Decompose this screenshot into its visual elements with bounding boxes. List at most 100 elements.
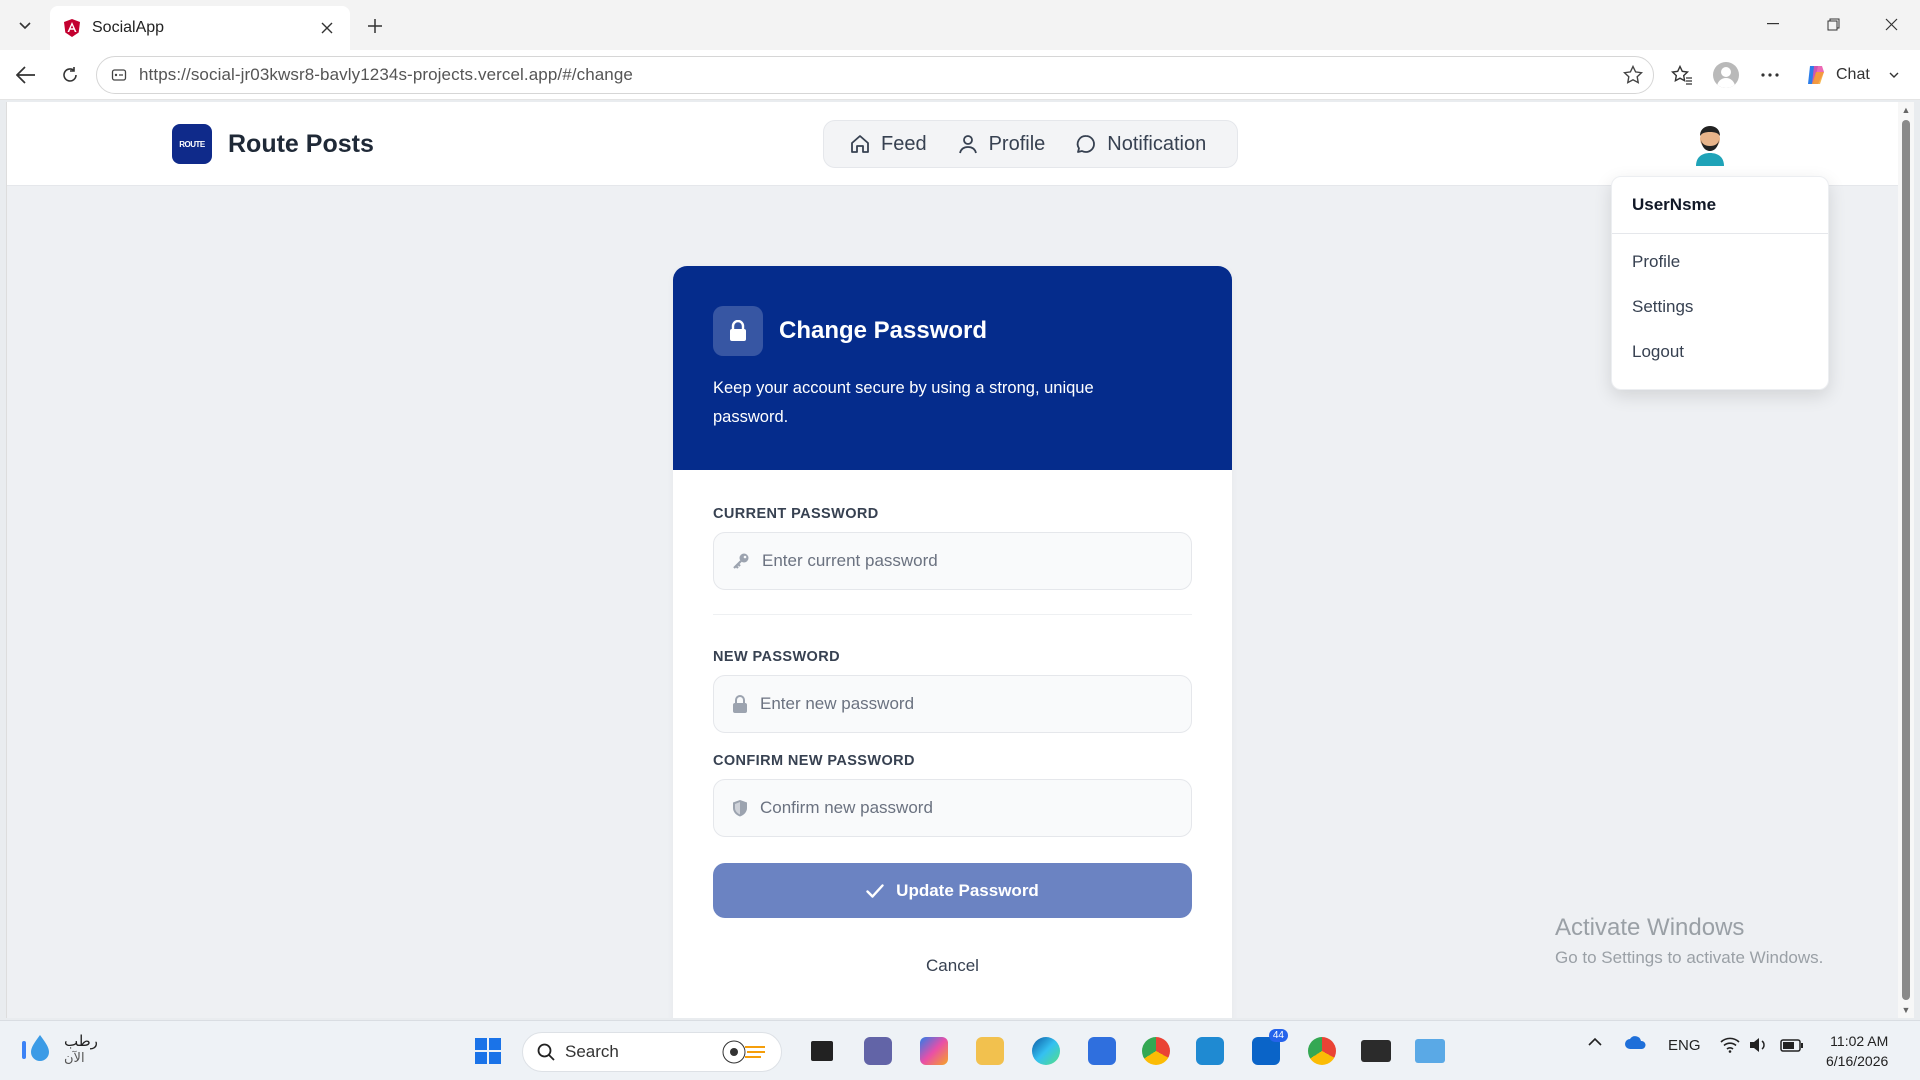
minimize-button[interactable] (1744, 0, 1802, 48)
outlook-button[interactable]: 44 (1246, 1029, 1288, 1071)
tray-chevron-up-icon[interactable] (1588, 1037, 1602, 1047)
teams-button[interactable] (858, 1031, 898, 1071)
weather-condition: رطب (64, 1033, 98, 1050)
dropdown-item-settings[interactable]: Settings (1612, 284, 1828, 329)
favorites-button[interactable] (1664, 58, 1700, 92)
reload-button[interactable] (52, 58, 88, 92)
onedrive-icon[interactable] (1624, 1035, 1648, 1051)
home-icon (851, 135, 869, 153)
brand[interactable]: ROUTE Route Posts (172, 124, 374, 164)
vscode-button[interactable] (1190, 1031, 1230, 1071)
language-indicator[interactable]: ENG (1668, 1037, 1701, 1054)
copilot-app-icon (920, 1037, 948, 1065)
user-avatar-button[interactable] (1690, 122, 1730, 166)
user-icon (958, 135, 977, 154)
nav-feed-label: Feed (881, 132, 927, 155)
confirm-password-label: CONFIRM NEW PASSWORD (713, 753, 915, 769)
new-password-input[interactable]: Enter new password (713, 675, 1192, 733)
taskbar-clock[interactable]: 11:02 AM 6/16/2026 (1826, 1031, 1888, 1071)
remote-desktop-button[interactable] (1410, 1031, 1450, 1071)
volume-icon[interactable] (1748, 1037, 1768, 1053)
battery-icon[interactable] (1780, 1037, 1804, 1053)
weather-widget[interactable]: رطب الآن (18, 1031, 98, 1067)
angular-icon (64, 19, 80, 37)
taskbar-search[interactable]: Search (522, 1032, 782, 1072)
store-button[interactable] (1082, 1031, 1122, 1071)
dropdown-item-logout[interactable]: Logout (1612, 329, 1828, 374)
update-password-button[interactable]: Update Password (713, 863, 1192, 918)
clock-time: 11:02 AM (1830, 1033, 1889, 1049)
chrome-button[interactable] (1136, 1031, 1176, 1071)
folder-icon (976, 1037, 1004, 1065)
new-tab-button[interactable] (358, 10, 392, 42)
profile-button[interactable] (1708, 58, 1744, 92)
shield-icon (733, 800, 747, 817)
water-drop-icon (22, 1035, 49, 1061)
card-body: CURRENT PASSWORD Enter current password … (673, 470, 1232, 976)
url-text: https://social-jr03kwsr8-bavly1234s-proj… (139, 65, 633, 84)
card-description: Keep your account secure by using a stro… (713, 379, 1094, 426)
new-password-placeholder: Enter new password (760, 694, 915, 713)
scrollbar-thumb[interactable] (1902, 120, 1910, 1000)
check-icon (866, 883, 884, 898)
site-info-icon[interactable] (111, 67, 127, 83)
nav-feed[interactable]: Feed (834, 120, 942, 168)
scroll-down-icon[interactable]: ▼ (1901, 1005, 1911, 1015)
wifi-icon[interactable] (1720, 1037, 1740, 1053)
brand-logo: ROUTE (172, 124, 212, 164)
card-title: Change Password (779, 317, 988, 344)
store-icon (1088, 1037, 1116, 1065)
browser-tab[interactable]: SocialApp (50, 6, 350, 50)
scroll-up-icon[interactable]: ▲ (1901, 105, 1911, 115)
tab-list-button[interactable] (6, 8, 44, 42)
close-tab-icon[interactable] (316, 17, 338, 39)
more-icon (1761, 73, 1779, 77)
start-button[interactable] (468, 1031, 508, 1071)
close-icon (1885, 18, 1897, 30)
nav-profile[interactable]: Profile (942, 120, 1061, 168)
change-password-card: Change Password Keep your account secure… (673, 266, 1232, 1018)
search-icon (537, 1043, 555, 1061)
chrome-profile-icon (1308, 1037, 1336, 1065)
new-password-label: NEW PASSWORD (713, 649, 840, 665)
current-password-label: CURRENT PASSWORD (713, 506, 879, 522)
dropdown-item-profile[interactable]: Profile (1612, 239, 1828, 284)
vscode-icon (1196, 1037, 1224, 1065)
soccer-ball-icon (722, 1040, 765, 1064)
chrome-icon (1142, 1037, 1170, 1065)
cancel-link[interactable]: Cancel (713, 956, 1192, 976)
star-icon[interactable] (1623, 65, 1643, 85)
current-password-input[interactable]: Enter current password (713, 532, 1192, 590)
brand-name: Route Posts (228, 129, 374, 158)
terminal-button[interactable] (1356, 1031, 1396, 1071)
confirm-password-input[interactable]: Confirm new password (713, 779, 1192, 837)
taskbar-search-label: Search (565, 1042, 619, 1061)
edge-button[interactable] (1026, 1031, 1066, 1071)
task-view-button[interactable] (802, 1031, 842, 1071)
nav-notification[interactable]: Notification (1060, 120, 1221, 168)
copilot-app-button[interactable] (914, 1031, 954, 1071)
address-bar[interactable]: https://social-jr03kwsr8-bavly1234s-proj… (96, 56, 1654, 94)
page-scrollbar[interactable]: ▲ ▼ (1898, 102, 1914, 1018)
nav-profile-label: Profile (988, 132, 1046, 155)
browser-tabbar: SocialApp (0, 0, 1920, 50)
main-nav: Feed Profile Notification (823, 120, 1238, 168)
back-button[interactable] (8, 58, 44, 92)
user-avatar-icon (1696, 126, 1724, 166)
arrow-left-icon (16, 66, 35, 84)
more-button[interactable] (1752, 58, 1788, 92)
file-explorer-button[interactable] (970, 1031, 1010, 1071)
plus-icon (368, 19, 382, 33)
teams-icon (864, 1037, 892, 1065)
windows-icon (475, 1038, 501, 1064)
chat-label: Chat (1836, 66, 1870, 83)
close-window-button[interactable] (1862, 0, 1920, 48)
update-password-label: Update Password (896, 880, 1039, 900)
chrome-profile-button[interactable] (1302, 1031, 1342, 1071)
copilot-chat-button[interactable]: Chat (1794, 58, 1914, 92)
activate-windows-watermark: Activate Windows Go to Settings to activ… (1555, 914, 1823, 968)
outlook-badge: 44 (1268, 1029, 1288, 1042)
edge-icon (1032, 1037, 1060, 1065)
app-header: ROUTE Route Posts Feed Profile Notificat… (7, 102, 1898, 186)
restore-button[interactable] (1804, 0, 1862, 48)
